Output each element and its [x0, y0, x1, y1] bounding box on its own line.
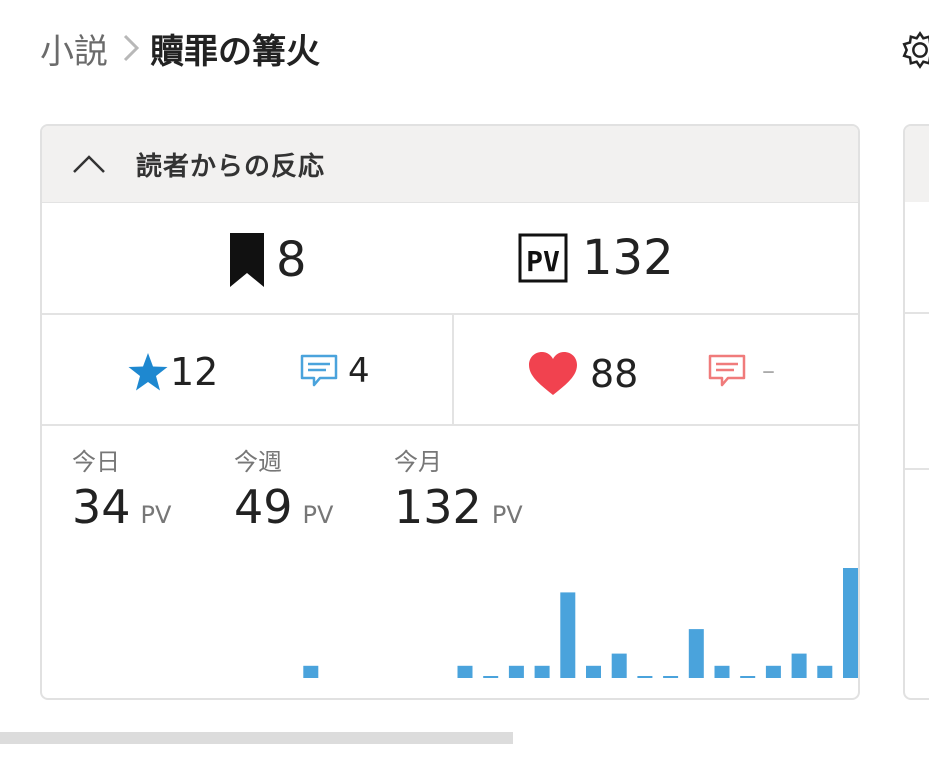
chart-bar: [765, 665, 781, 678]
divider: [905, 312, 929, 314]
chart-bar: [406, 676, 421, 678]
chart-bar: [791, 653, 807, 678]
totals-row: 8 PV 132: [42, 202, 858, 315]
chart-bar: [688, 629, 704, 678]
chart-bar: [329, 676, 344, 678]
reactions-card-header[interactable]: 読者からの反応: [42, 126, 858, 202]
bookmark-stat: 8: [230, 233, 307, 287]
reactions-title: 読者からの反応: [136, 151, 326, 182]
chart-bar: [175, 676, 190, 678]
period-unit: PV: [140, 501, 172, 529]
comment-icon: [300, 354, 338, 387]
svg-text:PV: PV: [526, 245, 560, 278]
chart-bar: [380, 676, 395, 678]
chevron-up-icon[interactable]: [72, 154, 106, 174]
pv-bar-chart: [72, 568, 858, 678]
heart-icon: [529, 352, 577, 395]
heart-stat[interactable]: 88: [528, 352, 638, 396]
period-label: 今日: [72, 448, 120, 476]
horizontal-scrollbar[interactable]: [0, 732, 513, 744]
period-month: 今月 132 PV: [394, 450, 523, 530]
chart-bar: [483, 676, 499, 678]
bookmark-count: 8: [276, 232, 307, 288]
gear-icon[interactable]: [900, 26, 929, 74]
chart-bar: [843, 568, 858, 678]
chart-bar: [560, 592, 576, 678]
period-value: 132: [394, 480, 482, 534]
page-title: 贖罪の篝火: [150, 31, 320, 72]
chart-bar: [508, 665, 524, 678]
chart-bar: [637, 676, 653, 678]
breadcrumb: 小説 贖罪の篝火: [40, 24, 320, 72]
star-stat[interactable]: 12: [128, 352, 218, 392]
next-card-header: [905, 126, 929, 202]
comment-icon: [708, 354, 746, 387]
star-icon: [128, 353, 168, 391]
chart-bar: [98, 676, 113, 678]
pv-icon: PV: [518, 233, 568, 283]
bookmark-icon: [230, 233, 264, 287]
chart-bar: [303, 665, 319, 678]
star-count: 12: [170, 350, 219, 394]
chart-bar: [714, 665, 730, 678]
chart-bar: [457, 665, 473, 678]
heart-comment-count: –: [762, 356, 775, 386]
divider: [452, 314, 454, 424]
star-comment-count: 4: [348, 351, 370, 391]
period-label: 今週: [234, 448, 282, 476]
breadcrumb-parent-link[interactable]: 小説: [40, 24, 108, 73]
chart-bar: [817, 665, 833, 678]
chart-bar: [611, 653, 627, 678]
chart-bar: [123, 676, 138, 678]
chart-bar: [534, 665, 550, 678]
pv-total-stat: PV 132: [518, 233, 674, 283]
period-today: 今日 34 PV: [72, 450, 171, 530]
period-week: 今週 49 PV: [234, 450, 333, 530]
period-unit: PV: [302, 501, 334, 529]
chart-bar: [201, 676, 216, 678]
chart-bar: [432, 676, 447, 678]
chart-bar: [663, 676, 679, 678]
next-card: [903, 124, 929, 700]
chart-bar: [586, 665, 601, 678]
chart-bar: [226, 676, 241, 678]
chart-bar: [278, 676, 293, 678]
star-comment-stat[interactable]: 4: [300, 354, 370, 388]
period-value: 49: [234, 480, 293, 534]
heart-comment-stat[interactable]: –: [708, 354, 775, 388]
period-unit: PV: [491, 501, 523, 529]
divider: [905, 468, 929, 470]
chart-bar: [355, 676, 370, 678]
period-label: 今月: [394, 448, 442, 476]
period-value: 34: [72, 480, 131, 534]
chevron-right-icon: [122, 33, 140, 63]
evaluations-row: 12 4 88 –: [42, 314, 858, 426]
reactions-card: 読者からの反応 8 PV 132 12 4 88 – 今日 34 PV 今週 4…: [40, 124, 860, 700]
chart-bar: [72, 676, 87, 678]
chart-bar: [252, 676, 267, 678]
heart-count: 88: [590, 352, 639, 396]
chart-bar: [149, 676, 164, 678]
chart-bar: [740, 676, 756, 678]
pv-total-count: 132: [582, 230, 674, 286]
